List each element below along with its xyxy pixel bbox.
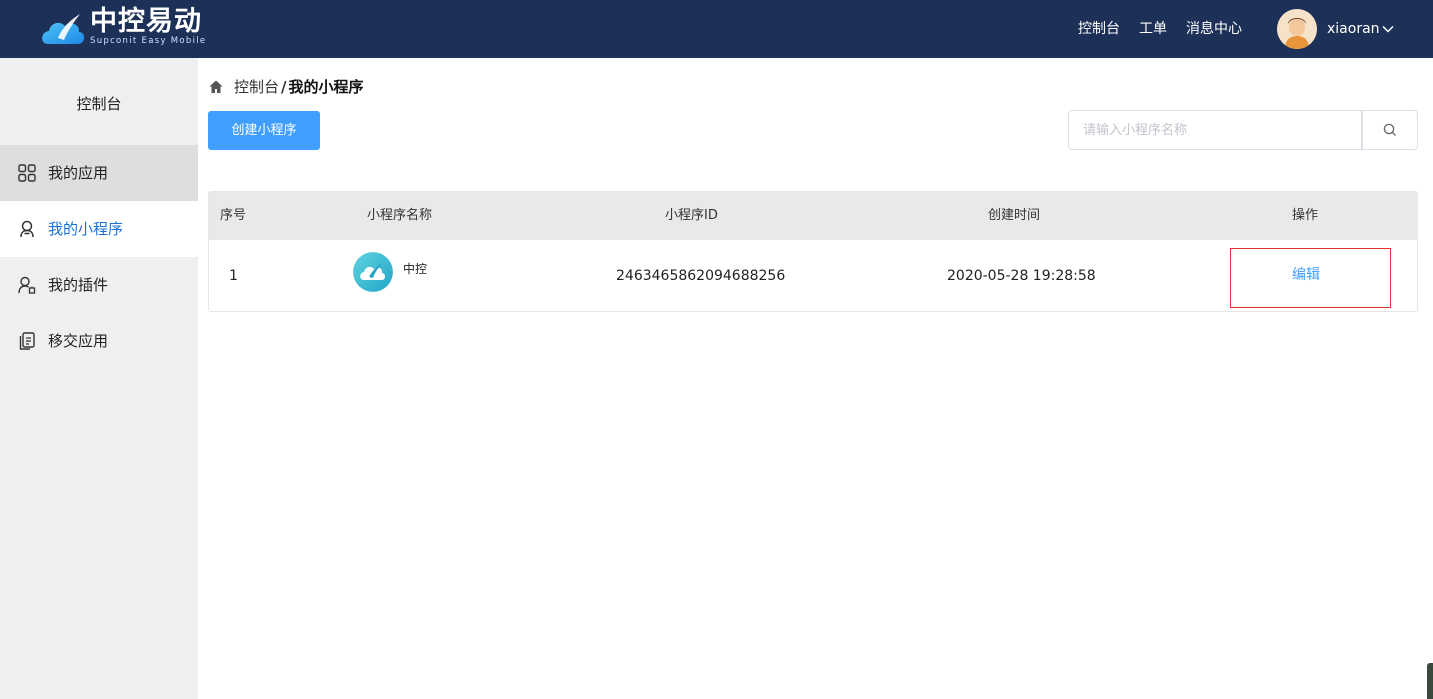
username[interactable]: xiaoran xyxy=(1327,20,1380,38)
nav-messages[interactable]: 消息中心 xyxy=(1186,20,1242,38)
sidebar: 控制台 我的应用 我的小程序 我的插件 移交应用 xyxy=(0,58,198,699)
column-header-created: 创建时间 xyxy=(988,208,1041,223)
plugin-user-icon xyxy=(18,276,36,294)
column-header-id: 小程序ID xyxy=(665,208,718,223)
breadcrumb-separator: / xyxy=(281,78,287,96)
mini-program-icon xyxy=(20,220,34,238)
sidebar-item-my-plugins[interactable]: 我的插件 xyxy=(0,257,198,313)
sidebar-item-transfer-apps[interactable]: 移交应用 xyxy=(0,313,198,369)
nav-console[interactable]: 控制台 xyxy=(1078,20,1120,38)
mini-program-logo xyxy=(353,252,393,292)
breadcrumb-parent[interactable]: 控制台 xyxy=(234,77,279,97)
edit-link[interactable]: 编辑 xyxy=(1292,266,1320,284)
top-header: 中控易动 Supconit Easy Mobile 控制台 工单 消息中心 xi… xyxy=(0,0,1433,58)
sidebar-item-label: 我的小程序 xyxy=(48,220,124,238)
column-header-name: 小程序名称 xyxy=(367,208,433,223)
home-icon[interactable] xyxy=(208,79,224,95)
column-header-index: 序号 xyxy=(220,208,247,223)
logo-icon xyxy=(42,14,85,44)
row-mini-program-name: 中控 xyxy=(403,262,428,276)
sidebar-item-my-apps[interactable]: 我的应用 xyxy=(0,145,198,201)
search-input[interactable] xyxy=(1068,110,1362,150)
row-index: 1 xyxy=(229,268,238,284)
scroll-handle[interactable] xyxy=(1427,663,1433,699)
transfer-copy-icon xyxy=(19,332,35,350)
search-icon xyxy=(1383,123,1396,136)
mini-program-table: 序号 小程序名称 小程序ID 创建时间 操作 1 中控 246346586209… xyxy=(208,191,1418,312)
sidebar-item-label: 移交应用 xyxy=(48,332,109,350)
row-mini-program-id: 2463465862094688256 xyxy=(616,268,786,284)
table-header: 序号 小程序名称 小程序ID 创建时间 操作 xyxy=(209,192,1417,240)
sidebar-item-label: 我的应用 xyxy=(48,164,109,182)
top-nav: 控制台 工单 消息中心 xyxy=(1078,20,1261,38)
column-header-action: 操作 xyxy=(1292,208,1319,223)
logo-text: 中控易动 xyxy=(90,6,202,37)
sidebar-title[interactable]: 控制台 xyxy=(0,94,198,114)
chevron-down-icon[interactable] xyxy=(1381,22,1395,36)
logo-subtitle: Supconit Easy Mobile xyxy=(90,36,207,46)
sidebar-item-label: 我的插件 xyxy=(48,276,109,294)
row-created-time: 2020-05-28 19:28:58 xyxy=(947,268,1096,284)
avatar[interactable] xyxy=(1277,9,1317,49)
create-mini-program-button[interactable]: 创建小程序 xyxy=(208,111,320,150)
breadcrumb-current: 我的小程序 xyxy=(288,78,364,96)
logo[interactable]: 中控易动 Supconit Easy Mobile xyxy=(40,6,220,50)
apps-grid-icon xyxy=(18,164,36,182)
breadcrumb: 控制台 / 我的小程序 xyxy=(208,77,364,97)
table-row: 1 中控 2463465862094688256 2020-05-28 19:2… xyxy=(209,240,1417,311)
sidebar-item-my-mini-programs[interactable]: 我的小程序 xyxy=(0,201,198,257)
nav-tickets[interactable]: 工单 xyxy=(1139,20,1167,38)
search-button[interactable] xyxy=(1362,110,1418,150)
